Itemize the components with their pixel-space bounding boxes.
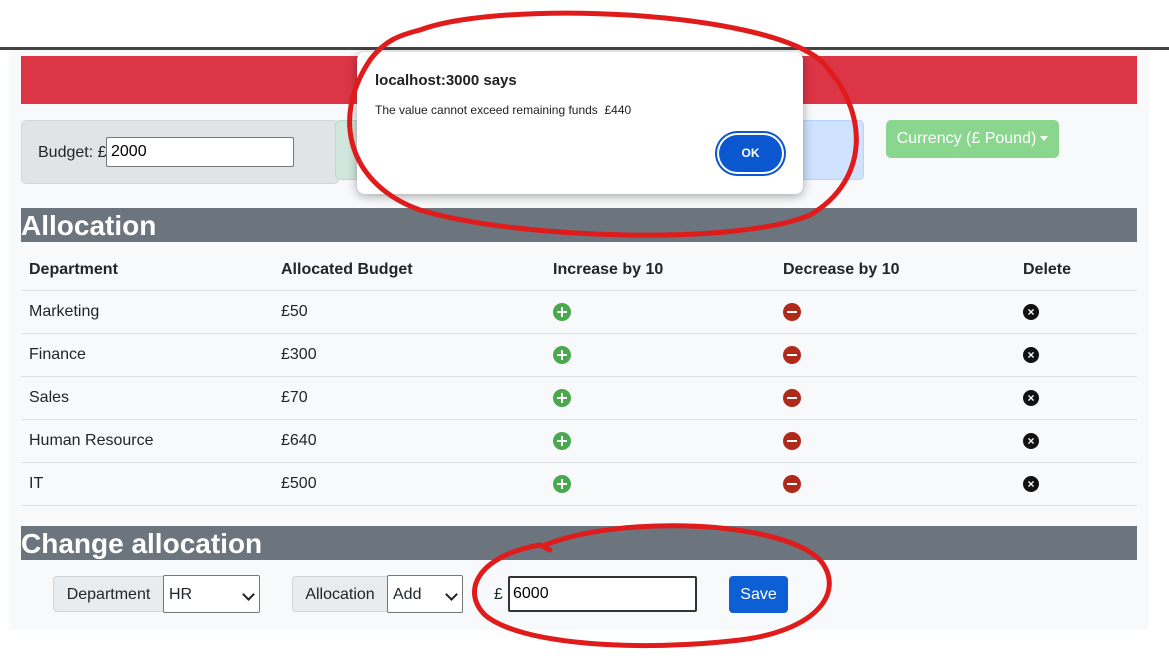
- caret-down-icon: [1040, 136, 1049, 142]
- col-decrease: Decrease by 10: [775, 249, 1015, 291]
- dialog-title: localhost:3000 says: [375, 72, 517, 89]
- allocation-amount-input[interactable]: [508, 576, 697, 612]
- budget-cell: £50: [273, 290, 545, 334]
- allocation-type-select[interactable]: Add: [387, 575, 463, 613]
- budget-cell: £70: [273, 376, 545, 420]
- minus-circle-icon[interactable]: [783, 388, 801, 407]
- alert-dialog: localhost:3000 says The value cannot exc…: [357, 52, 803, 194]
- table-row: IT £500 ×: [21, 462, 1137, 506]
- budget-cell: £300: [273, 333, 545, 377]
- allocation-select-value: Add: [393, 586, 422, 603]
- minus-circle-icon[interactable]: [783, 345, 801, 364]
- table-row: Sales £70 ×: [21, 376, 1137, 420]
- x-circle-icon[interactable]: ×: [1023, 389, 1039, 406]
- dialog-ok-button[interactable]: OK: [719, 135, 782, 172]
- dialog-message: The value cannot exceed remaining funds …: [375, 103, 632, 117]
- department-select-value: HR: [169, 586, 193, 603]
- table-header-row: Department Allocated Budget Increase by …: [21, 249, 1137, 291]
- x-circle-icon[interactable]: ×: [1023, 432, 1039, 449]
- allocation-heading: Allocation: [21, 208, 1137, 242]
- currency-label: Currency (£ Pound): [896, 130, 1037, 147]
- table-row: Finance £300 ×: [21, 333, 1137, 377]
- col-delete: Delete: [1015, 249, 1137, 291]
- x-circle-icon[interactable]: ×: [1023, 475, 1039, 492]
- budget-input[interactable]: [106, 137, 294, 167]
- minus-circle-icon[interactable]: [783, 431, 801, 450]
- department-cell: Human Resource: [21, 419, 273, 463]
- department-select-label: Department: [53, 576, 164, 612]
- save-button[interactable]: Save: [729, 576, 788, 613]
- col-increase: Increase by 10: [545, 249, 775, 291]
- department-cell: Marketing: [21, 290, 273, 334]
- col-allocated-budget: Allocated Budget: [273, 249, 545, 291]
- budget-label: Budget: £: [38, 144, 107, 161]
- currency-dropdown[interactable]: Currency (£ Pound): [886, 120, 1059, 158]
- x-circle-icon[interactable]: ×: [1023, 346, 1039, 363]
- department-cell: IT: [21, 462, 273, 506]
- plus-circle-icon[interactable]: [553, 431, 571, 450]
- col-department: Department: [21, 249, 273, 291]
- plus-circle-icon[interactable]: [553, 302, 571, 321]
- chevron-down-icon: [445, 588, 458, 601]
- budget-panel: Budget: £: [21, 120, 339, 184]
- chevron-down-icon: [242, 588, 255, 601]
- minus-circle-icon[interactable]: [783, 302, 801, 321]
- department-cell: Finance: [21, 333, 273, 377]
- table-row: Human Resource £640 ×: [21, 419, 1137, 463]
- minus-circle-icon[interactable]: [783, 474, 801, 493]
- budget-cell: £500: [273, 462, 545, 506]
- allocation-table: Department Allocated Budget Increase by …: [21, 249, 1137, 506]
- department-select[interactable]: HR: [163, 575, 260, 613]
- plus-circle-icon[interactable]: [553, 388, 571, 407]
- plus-circle-icon[interactable]: [553, 345, 571, 364]
- budget-cell: £640: [273, 419, 545, 463]
- allocation-select-label: Allocation: [292, 576, 388, 612]
- department-cell: Sales: [21, 376, 273, 420]
- plus-circle-icon[interactable]: [553, 474, 571, 493]
- change-allocation-heading: Change allocation: [21, 526, 1137, 560]
- x-circle-icon[interactable]: ×: [1023, 303, 1039, 320]
- table-row: Marketing £50 ×: [21, 290, 1137, 334]
- currency-symbol: £: [494, 586, 503, 603]
